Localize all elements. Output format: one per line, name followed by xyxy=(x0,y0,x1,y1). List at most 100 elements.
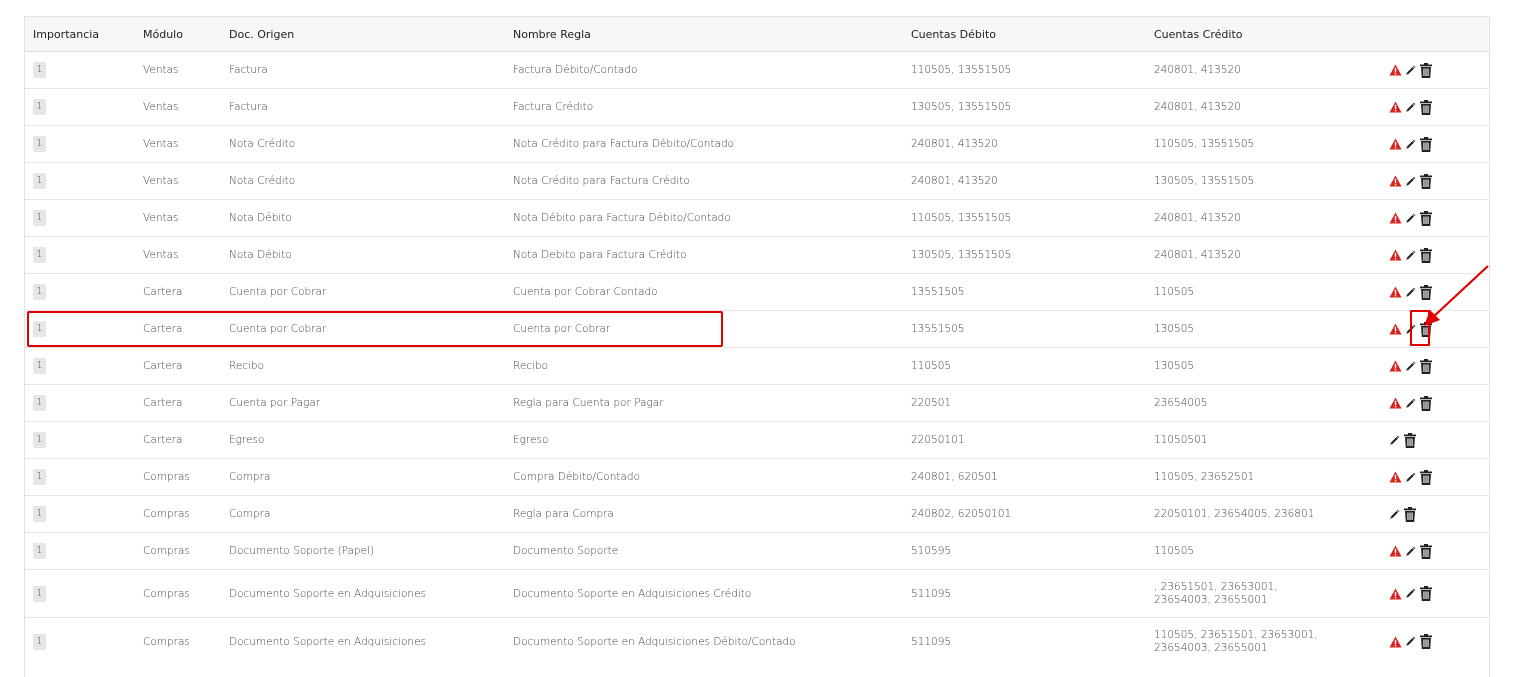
edit-pencil-icon[interactable] xyxy=(1405,102,1416,113)
cell-actions xyxy=(1389,617,1489,665)
header-importancia[interactable]: Importancia xyxy=(25,17,135,52)
edit-pencil-icon[interactable] xyxy=(1405,546,1416,557)
edit-pencil-icon[interactable] xyxy=(1405,472,1416,483)
delete-trash-icon[interactable] xyxy=(1403,432,1417,448)
delete-trash-icon[interactable] xyxy=(1419,247,1433,263)
cell-importancia: 1 xyxy=(25,458,135,496)
cell-importancia: 1 xyxy=(25,162,135,200)
importance-badge: 1 xyxy=(33,210,46,226)
cell-cuentas-debito: 110505, 13551505 xyxy=(903,199,1146,237)
cell-cuentas-credito: 130505 xyxy=(1146,310,1389,348)
table-row: 1 Compras Documento Soporte (Papel) Documen… xyxy=(25,532,1489,570)
delete-trash-icon[interactable] xyxy=(1419,321,1433,337)
edit-pencil-icon[interactable] xyxy=(1405,398,1416,409)
header-cuentas-debito[interactable]: Cuentas Débito xyxy=(903,17,1146,52)
cell-nombre-regla: Egreso xyxy=(505,421,903,459)
header-doc-origen[interactable]: Doc. Origen xyxy=(221,17,505,52)
delete-trash-icon[interactable] xyxy=(1419,284,1433,300)
cell-modulo: Cartera xyxy=(135,384,221,422)
warning-icon[interactable] xyxy=(1389,588,1402,600)
delete-trash-icon[interactable] xyxy=(1419,136,1433,152)
cell-importancia: 1 xyxy=(25,51,135,89)
edit-pencil-icon[interactable] xyxy=(1405,176,1416,187)
table-row: 1 Cartera Recibo Recibo 110505 130505 xyxy=(25,347,1489,385)
delete-trash-icon[interactable] xyxy=(1403,506,1417,522)
warning-icon[interactable] xyxy=(1389,636,1402,648)
warning-icon[interactable] xyxy=(1389,175,1402,187)
cell-modulo: Compras xyxy=(135,532,221,570)
importance-badge: 1 xyxy=(33,543,46,559)
header-modulo[interactable]: Módulo xyxy=(135,17,221,52)
cell-importancia: 1 xyxy=(25,421,135,459)
warning-icon[interactable] xyxy=(1389,64,1402,76)
warning-icon[interactable] xyxy=(1389,545,1402,557)
delete-trash-icon[interactable] xyxy=(1419,634,1433,649)
warning-icon[interactable] xyxy=(1389,101,1402,113)
warning-icon[interactable] xyxy=(1389,286,1402,298)
warning-icon[interactable] xyxy=(1389,360,1402,372)
cell-nombre-regla: Nota Debito para Factura Crédito xyxy=(505,236,903,274)
header-cuentas-credito[interactable]: Cuentas Crédito xyxy=(1146,17,1389,52)
warning-icon[interactable] xyxy=(1389,212,1402,224)
delete-trash-icon[interactable] xyxy=(1419,469,1433,485)
edit-pencil-icon[interactable] xyxy=(1405,588,1416,599)
warning-icon[interactable] xyxy=(1389,397,1402,409)
header-nombre-regla[interactable]: Nombre Regla xyxy=(505,17,903,52)
importance-badge: 1 xyxy=(33,432,46,448)
cell-doc-origen: Cuenta por Cobrar xyxy=(221,310,505,348)
edit-pencil-icon[interactable] xyxy=(1405,139,1416,150)
credit-line-1: , 23651501, 23653001, xyxy=(1154,580,1278,593)
edit-pencil-icon[interactable] xyxy=(1405,636,1416,647)
edit-pencil-icon[interactable] xyxy=(1405,65,1416,76)
cell-doc-origen: Nota Crédito xyxy=(221,125,505,163)
cell-nombre-regla: Regla para Cuenta por Pagar xyxy=(505,384,903,422)
cell-importancia: 1 xyxy=(25,88,135,126)
cell-nombre-regla: Cuenta por Cobrar xyxy=(505,310,903,348)
edit-pencil-icon[interactable] xyxy=(1405,361,1416,372)
cell-doc-origen: Documento Soporte en Adquisiciones xyxy=(221,569,505,618)
delete-trash-icon[interactable] xyxy=(1419,586,1433,601)
edit-pencil-icon[interactable] xyxy=(1405,324,1416,335)
cell-cuentas-debito: 220501 xyxy=(903,384,1146,422)
warning-icon[interactable] xyxy=(1389,323,1402,335)
delete-trash-icon[interactable] xyxy=(1419,62,1433,78)
cell-cuentas-credito: 130505 xyxy=(1146,347,1389,385)
delete-trash-icon[interactable] xyxy=(1419,173,1433,189)
delete-trash-icon[interactable] xyxy=(1419,395,1433,411)
cell-cuentas-debito: 110505, 13551505 xyxy=(903,51,1146,89)
cell-cuentas-credito: 11050501 xyxy=(1146,421,1389,459)
cell-importancia: 1 xyxy=(25,125,135,163)
cell-actions xyxy=(1389,273,1489,311)
edit-pencil-icon[interactable] xyxy=(1389,435,1400,446)
edit-pencil-icon[interactable] xyxy=(1405,287,1416,298)
edit-pencil-icon[interactable] xyxy=(1389,509,1400,520)
edit-pencil-icon[interactable] xyxy=(1405,213,1416,224)
delete-trash-icon[interactable] xyxy=(1419,543,1433,559)
warning-icon[interactable] xyxy=(1389,471,1402,483)
cell-actions xyxy=(1389,347,1489,385)
cell-cuentas-credito: 23654005 xyxy=(1146,384,1389,422)
warning-icon[interactable] xyxy=(1389,249,1402,261)
cell-cuentas-credito: 240801, 413520 xyxy=(1146,51,1389,89)
cell-cuentas-debito: 13551505 xyxy=(903,310,1146,348)
cell-actions xyxy=(1389,421,1489,459)
warning-icon[interactable] xyxy=(1389,138,1402,150)
cell-cuentas-credito: 110505, 23652501 xyxy=(1146,458,1389,496)
table-row: 1 Ventas Factura Factura Débito/Contado 1105… xyxy=(25,51,1489,89)
cell-doc-origen: Factura xyxy=(221,88,505,126)
table-header-row: Importancia Módulo Doc. Origen Nombre Re… xyxy=(25,17,1489,52)
cell-doc-origen: Documento Soporte (Papel) xyxy=(221,532,505,570)
importance-badge: 1 xyxy=(33,358,46,374)
cell-doc-origen: Documento Soporte en Adquisiciones xyxy=(221,617,505,665)
edit-pencil-icon[interactable] xyxy=(1405,250,1416,261)
cell-modulo: Compras xyxy=(135,617,221,665)
delete-trash-icon[interactable] xyxy=(1419,210,1433,226)
cell-cuentas-debito: 130505, 13551505 xyxy=(903,88,1146,126)
cell-actions xyxy=(1389,384,1489,422)
importance-badge: 1 xyxy=(33,136,46,152)
cell-doc-origen: Nota Débito xyxy=(221,236,505,274)
table-row: 1 Ventas Nota Crédito Nota Crédito para Fac… xyxy=(25,125,1489,163)
cell-nombre-regla: Documento Soporte en Adquisiciones Débit… xyxy=(505,617,903,665)
delete-trash-icon[interactable] xyxy=(1419,99,1433,115)
delete-trash-icon[interactable] xyxy=(1419,358,1433,374)
